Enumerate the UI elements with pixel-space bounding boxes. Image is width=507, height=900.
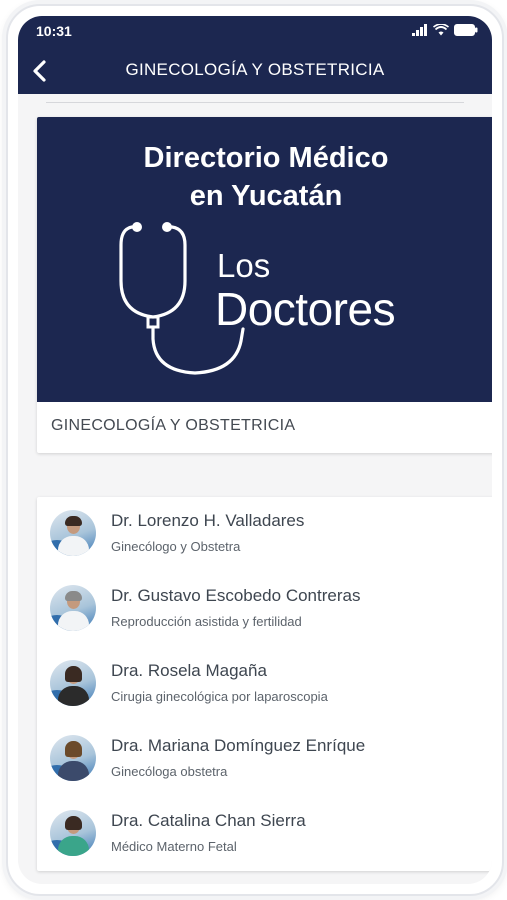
avatar (50, 810, 96, 856)
list-item[interactable]: Dr. Lorenzo H. Valladares Ginecólogo y O… (37, 497, 492, 572)
avatar (50, 735, 96, 781)
page-title: GINECOLOGÍA Y OBSTETRICIA (125, 60, 385, 79)
banner-title-line1: Directorio Médico (143, 142, 389, 174)
app-screen: 10:31 GINECOLOGÍA Y OBSTETRICIA Director… (18, 16, 492, 884)
doctor-specialty: Cirugia ginecológica por laparoscopia (111, 689, 328, 704)
avatar (50, 510, 96, 556)
phone-frame: 10:31 GINECOLOGÍA Y OBSTETRICIA Director… (6, 4, 504, 896)
avatar (50, 660, 96, 706)
avatar (50, 585, 96, 631)
list-item[interactable]: Dra. Catalina Chan Sierra Médico Materno… (37, 797, 492, 872)
doctor-name: Dra. Rosela Magaña (111, 661, 267, 680)
divider (46, 102, 464, 103)
banner-image: Directorio Médico en Yucatán Los Doctore… (37, 117, 492, 402)
doctor-name: Dr. Gustavo Escobedo Contreras (111, 586, 361, 605)
list-item[interactable]: Dra. Rosela Magaña Cirugia ginecológica … (37, 647, 492, 722)
banner-title-line2: en Yucatán (189, 180, 343, 212)
doctor-list: Dr. Lorenzo H. Valladares Ginecólogo y O… (37, 497, 492, 871)
doctor-name: Dr. Lorenzo H. Valladares (111, 511, 305, 530)
doctor-name: Dra. Mariana Domínguez Enríque (111, 736, 366, 755)
logo-los: Los (217, 247, 271, 284)
list-item[interactable]: Dra. Mariana Domínguez Enríque Ginecólog… (37, 722, 492, 797)
banner-card: Directorio Médico en Yucatán Los Doctore… (37, 117, 492, 453)
doctor-specialty: Reproducción asistida y fertilidad (111, 614, 302, 629)
doctor-name: Dra. Catalina Chan Sierra (111, 811, 306, 830)
top-app-bar: 10:31 GINECOLOGÍA Y OBSTETRICIA (18, 16, 492, 94)
wifi-icon (433, 24, 449, 36)
signal-icon (412, 24, 427, 36)
banner-caption: GINECOLOGÍA Y OBSTETRICIA (51, 417, 296, 434)
battery-icon (454, 24, 478, 36)
doctor-specialty: Ginecólogo y Obstetra (111, 539, 241, 554)
doctor-specialty: Ginecóloga obstetra (111, 764, 228, 779)
status-icons (412, 24, 478, 36)
doctor-specialty: Médico Materno Fetal (111, 839, 237, 854)
status-time: 10:31 (36, 23, 72, 39)
logo-doctores: Doctores (215, 283, 396, 335)
list-item[interactable]: Dr. Gustavo Escobedo Contreras Reproducc… (37, 572, 492, 647)
banner-title: Directorio Médico en Yucatán (37, 139, 492, 215)
